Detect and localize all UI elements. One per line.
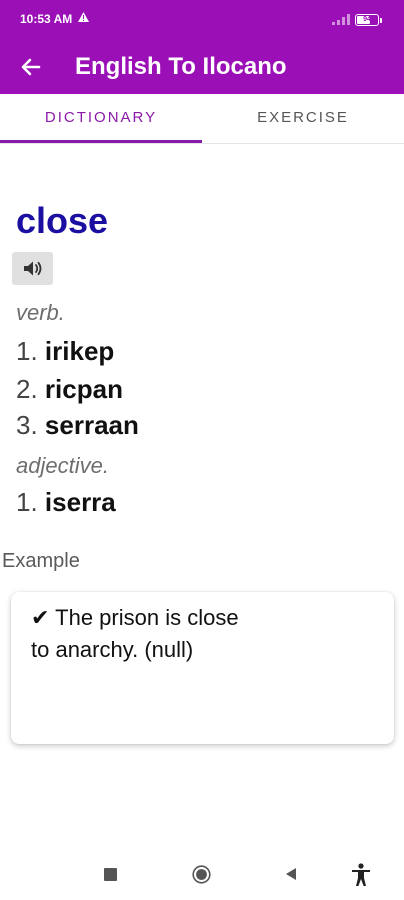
example-sentence: ✔ The prison is close to anarchy. (null) bbox=[31, 602, 378, 666]
nav-back-icon[interactable] bbox=[284, 867, 298, 881]
example-text-line2: to anarchy. (null) bbox=[31, 637, 194, 662]
home-icon[interactable] bbox=[192, 865, 211, 884]
arrow-left-icon bbox=[21, 58, 41, 76]
warning-triangle-icon bbox=[78, 12, 89, 25]
accessibility-icon[interactable] bbox=[350, 863, 372, 887]
headword: close bbox=[16, 200, 109, 241]
status-time: 10:53 AM bbox=[20, 12, 73, 26]
system-nav-bar bbox=[0, 852, 404, 900]
definition-number: 1. bbox=[16, 336, 38, 366]
app-bar: English To Ilocano bbox=[0, 40, 404, 94]
recents-icon[interactable] bbox=[104, 868, 117, 881]
pronounce-button[interactable] bbox=[12, 252, 53, 285]
definition-item: 2. ricpan bbox=[16, 374, 123, 405]
example-label: Example bbox=[2, 550, 80, 572]
signal-icon bbox=[332, 13, 350, 25]
definition-item: 1. iserra bbox=[16, 487, 116, 518]
definition-item: 3. serraan bbox=[16, 410, 139, 441]
definition-number: 3. bbox=[16, 410, 38, 440]
tab-bar: DICTIONARY EXERCISE bbox=[0, 94, 404, 144]
example-text-line1: The prison is close bbox=[55, 605, 239, 630]
definition-term: irikep bbox=[44, 336, 115, 366]
tab-dictionary[interactable]: DICTIONARY bbox=[0, 94, 202, 142]
volume-icon bbox=[24, 261, 42, 276]
app-title: English To Ilocano bbox=[75, 53, 287, 80]
tab-exercise[interactable]: EXERCISE bbox=[202, 94, 404, 142]
checkmark-icon: ✔ bbox=[31, 605, 50, 630]
definition-term: ricpan bbox=[44, 374, 123, 404]
definition-number: 1. bbox=[16, 487, 38, 517]
definition-number: 2. bbox=[16, 374, 38, 404]
example-card: ✔ The prison is close to anarchy. (null) bbox=[11, 592, 394, 744]
definition-term: iserra bbox=[44, 487, 116, 517]
back-button[interactable] bbox=[14, 50, 48, 84]
part-of-speech-verb: verb. bbox=[16, 300, 65, 325]
status-bar: 10:53 AM 94 bbox=[0, 0, 404, 40]
battery-icon: 94 bbox=[355, 14, 379, 26]
battery-level: 94 bbox=[363, 16, 371, 23]
active-tab-indicator bbox=[0, 140, 202, 143]
part-of-speech-adjective: adjective. bbox=[16, 453, 109, 478]
definition-term: serraan bbox=[44, 410, 139, 440]
definition-item: 1. irikep bbox=[16, 336, 114, 367]
